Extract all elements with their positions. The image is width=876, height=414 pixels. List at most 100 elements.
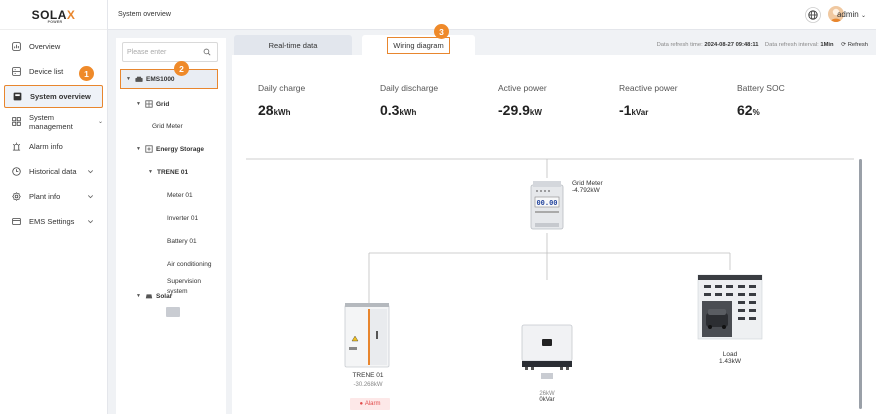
main-content: Real-time data Wiring diagram Data refre… [232, 33, 876, 414]
tree-node-air-conditioning[interactable]: Air conditioning [116, 254, 226, 274]
tree-node-grid-meter[interactable]: Grid Meter [116, 116, 226, 136]
refresh-time-value: 2024-08-27 09:48:11 [704, 42, 759, 48]
system-overview-icon [13, 92, 22, 101]
alarm-dot-icon: ● [359, 401, 364, 407]
solar-icon [145, 292, 153, 300]
refresh-time-label: Data refresh time: [656, 42, 703, 48]
refresh-button[interactable]: ⟳ Refresh [841, 42, 868, 48]
storage-label: TRENE 01 -30.268kW [330, 372, 406, 388]
load-value: 1.43kW [718, 358, 742, 365]
tree-node-grid[interactable]: ▼ Grid [116, 94, 226, 114]
tab-label: Wiring diagram [387, 36, 450, 54]
refresh-icon: ⟳ [841, 42, 847, 48]
tree-node-label: Battery 01 [167, 237, 197, 245]
inverter-value-reactive: 0kVar [539, 397, 555, 403]
tree-node-energy-storage[interactable]: ▼ Energy Storage [116, 139, 226, 159]
tree-node-solar[interactable]: ▼ Solar [116, 286, 226, 306]
tree-node-label: Air conditioning [167, 260, 212, 268]
refresh-interval-value: 1Min [820, 42, 834, 48]
sidebar-item-label: Historical data [29, 167, 77, 176]
tab-wiring-diagram[interactable]: Wiring diagram [362, 35, 475, 55]
grid-meter-name: Grid Meter [572, 180, 603, 187]
grid-meter-label: Grid Meter -4.792kW [572, 180, 603, 194]
tree-node-battery01[interactable]: Battery 01 [116, 231, 226, 251]
caret-down-icon: ▼ [136, 146, 141, 152]
tree-node-label: Solar [156, 292, 173, 300]
load-name: Load [722, 351, 738, 358]
sidebar-item-label: Alarm info [29, 142, 63, 151]
chevron-down-icon [87, 170, 94, 174]
grid-meter-device-icon[interactable]: 00.00 [529, 179, 565, 233]
globe-icon[interactable] [805, 7, 821, 23]
sidebar-item-historical-data[interactable]: Historical data [4, 160, 103, 183]
storage-alarm-badge[interactable]: ● Alarm [350, 398, 390, 410]
load-label: Load 1.43kW [713, 351, 747, 365]
tree-node-meter01[interactable]: Meter 01 [116, 185, 226, 205]
refresh-interval-label: Data refresh interval: [764, 42, 819, 48]
sidebar-item-label: Overview [29, 42, 61, 51]
user-menu[interactable]: admin ⌄ [837, 10, 866, 19]
caret-down-icon: ▼ [126, 76, 131, 82]
sidebar-item-ems-settings[interactable]: EMS Settings [4, 210, 103, 233]
sidebar-item-alarm-info[interactable]: Alarm info [4, 135, 103, 158]
top-bar: System overview admin ⌄ [108, 0, 876, 30]
energy-storage-cabinet-icon[interactable] [342, 301, 392, 369]
overview-icon [12, 42, 21, 51]
tree-node-label: Grid Meter [152, 122, 183, 130]
username: admin [836, 10, 859, 19]
tree-node-inverter01[interactable]: Inverter 01 [116, 208, 226, 228]
sidebar-item-system-overview[interactable]: System overview [4, 85, 103, 108]
tree-node-label: Grid [156, 100, 170, 108]
sidebar-item-overview[interactable]: Overview [4, 35, 103, 58]
caret-down-icon: ▼ [136, 101, 141, 107]
tree-node-label: Meter 01 [167, 191, 193, 199]
tab-real-time-data[interactable]: Real-time data [234, 35, 352, 55]
solar-thumbnail [166, 307, 180, 317]
tree-node-label: EMS1000 [146, 75, 175, 83]
device-tree-panel: Please enter ▼ EMS1000 ▼ Grid Grid Meter… [116, 38, 226, 414]
tree-search-input[interactable]: Please enter [122, 42, 218, 62]
vertical-scrollbar[interactable] [859, 159, 862, 409]
sidebar-item-system-management[interactable]: System management ⌄ [4, 110, 103, 133]
wiring-diagram-panel: Daily charge 28kWh Daily discharge 0.3kW… [232, 55, 876, 414]
refresh-button-label: Refresh [847, 42, 868, 48]
callout-badge-3: 3 [434, 24, 449, 39]
tree-node-ems1000[interactable]: ▼ EMS1000 [120, 69, 218, 89]
sidebar-item-label: Device list [29, 67, 64, 76]
callout-badge-1: 1 [79, 66, 94, 81]
app-root: SOLAX POWER Overview Device list System … [0, 0, 876, 414]
sidebar: SOLAX POWER Overview Device list System … [0, 0, 108, 414]
grid-meter-value: -4.792kW [572, 187, 600, 194]
sidebar-item-label: EMS Settings [29, 217, 75, 226]
tree-node-label: TRENE 01 [157, 168, 189, 176]
gear-icon [12, 192, 21, 201]
logo-sub: POWER [47, 19, 63, 24]
sidebar-item-plant-info[interactable]: Plant info [4, 185, 103, 208]
ems-icon [135, 76, 143, 83]
inverter-device-icon[interactable] [519, 323, 575, 381]
sidebar-item-label: Plant info [29, 192, 61, 201]
sidebar-item-label: System overview [30, 92, 91, 101]
load-building-icon[interactable] [692, 269, 768, 345]
inverter-label: 26kW 0kVar [526, 391, 568, 403]
settings-panel-icon [12, 217, 21, 226]
storage-alarm-label: Alarm [364, 401, 381, 407]
energy-storage-icon [145, 145, 153, 153]
logo: SOLAX POWER [0, 0, 107, 30]
callout-badge-2: 2 [174, 61, 189, 76]
chevron-down-icon [87, 195, 94, 199]
tree-node-trene01[interactable]: ▼ TRENE 01 [116, 162, 226, 182]
sidebar-menu: Overview Device list System overview Sys… [0, 30, 107, 233]
system-management-icon [12, 117, 21, 126]
page-title: System overview [118, 11, 171, 18]
grid-meter-display: 00.00 [536, 199, 557, 207]
search-placeholder: Please enter [127, 48, 167, 56]
tree-node-label: Inverter 01 [167, 214, 199, 222]
alarm-icon [12, 142, 21, 151]
storage-name: TRENE 01 [352, 372, 384, 379]
clock-icon [12, 167, 21, 176]
caret-down-icon: ▼ [148, 169, 153, 175]
device-list-icon [12, 67, 21, 76]
storage-value: -30.268kW [353, 382, 383, 388]
tree-node-label: Energy Storage [156, 145, 205, 153]
